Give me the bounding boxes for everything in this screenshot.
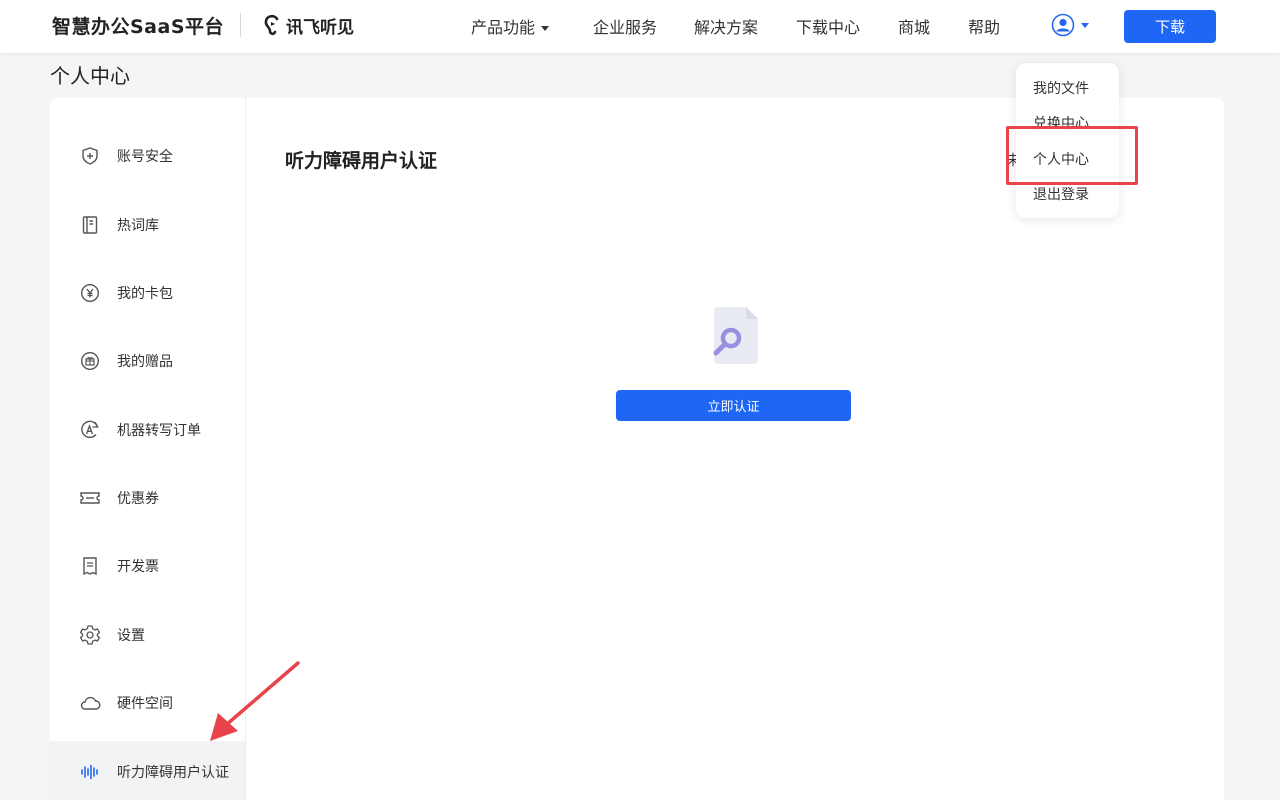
nav-download-center[interactable]: 下载中心 — [796, 14, 860, 38]
sidebar-item-label: 热词库 — [117, 218, 159, 234]
status-text-partial: 未 — [1006, 153, 1016, 169]
menu-item-my-files[interactable]: 我的文件 — [1033, 78, 1089, 98]
page-title: 个人中心 — [50, 64, 130, 88]
sidebar-item-label: 优惠券 — [117, 491, 159, 507]
sidebar-item-label: 设置 — [117, 628, 145, 644]
sidebar-item-label: 听力障碍用户认证 — [117, 765, 229, 781]
brand-title[interactable]: 智慧办公SaaS平台 — [52, 12, 224, 39]
yen-icon — [79, 282, 101, 304]
menu-item-redeem-center[interactable]: 兑换中心 — [1033, 113, 1089, 133]
ai-transcribe-icon — [79, 419, 101, 441]
sidebar-item-card-wallet[interactable]: 我的卡包 — [50, 262, 245, 324]
sidebar-item-label: 机器转写订单 — [117, 423, 201, 439]
sidebar-item-gifts[interactable]: 我的赠品 — [50, 330, 245, 392]
sidebar-item-label: 账号安全 — [117, 149, 173, 165]
user-avatar-icon[interactable] — [1051, 13, 1075, 37]
sidebar-item-label: 我的卡包 — [117, 286, 173, 302]
sidebar-item-hotwords[interactable]: 热词库 — [50, 194, 245, 256]
sidebar-item-label: 开发票 — [117, 559, 159, 575]
nav-help[interactable]: 帮助 — [968, 14, 1000, 38]
sidebar-item-hearing-verification[interactable]: 听力障碍用户认证 — [50, 741, 245, 800]
chevron-down-icon — [541, 26, 550, 31]
empty-search-document-icon — [713, 307, 758, 364]
verify-now-button[interactable]: 立即认证 — [616, 390, 851, 421]
sidebar-item-settings[interactable]: 设置 — [50, 604, 245, 666]
menu-item-personal-center[interactable]: 个人中心 — [1033, 149, 1089, 169]
xunfei-logo[interactable]: 讯飞听见 — [262, 12, 354, 38]
sidebar: 账号安全 热词库 我的卡包 我的赠品 机器转写订单 优惠券 开发票 设置 硬件空… — [50, 98, 246, 800]
shield-icon — [79, 145, 101, 167]
nav-enterprise[interactable]: 企业服务 — [593, 14, 657, 38]
sidebar-item-invoice[interactable]: 开发票 — [50, 535, 245, 597]
nav-products-label: 产品功能 — [471, 18, 536, 37]
sidebar-item-transcribe-orders[interactable]: 机器转写订单 — [50, 399, 245, 461]
sidebar-item-label: 我的赠品 — [117, 354, 173, 370]
logo-text: 讯飞听见 — [286, 17, 354, 38]
download-button[interactable]: 下载 — [1124, 10, 1216, 43]
user-dropdown-menu: 我的文件 兑换中心 个人中心 退出登录 — [1016, 63, 1119, 218]
sidebar-item-label: 硬件空间 — [117, 696, 173, 712]
menu-item-logout[interactable]: 退出登录 — [1033, 184, 1089, 204]
gift-icon — [79, 350, 101, 372]
invoice-icon — [79, 555, 101, 577]
cloud-icon — [79, 692, 101, 714]
sidebar-item-hardware-space[interactable]: 硬件空间 — [50, 672, 245, 734]
nav-products[interactable]: 产品功能 — [471, 14, 550, 38]
gear-icon — [79, 624, 101, 646]
xunfei-ear-icon — [264, 14, 279, 36]
user-menu-chevron-icon[interactable] — [1081, 23, 1089, 28]
soundwave-icon — [79, 761, 101, 783]
content-title: 听力障碍用户认证 — [285, 150, 438, 172]
coupon-icon — [79, 487, 101, 509]
nav-mall[interactable]: 商城 — [898, 14, 930, 38]
brand-divider — [240, 13, 241, 37]
book-icon — [79, 214, 101, 236]
top-header: 智慧办公SaaS平台 讯飞听见 产品功能 企业服务 解决方案 下载中心 商城 帮… — [0, 0, 1280, 53]
nav-solutions[interactable]: 解决方案 — [694, 14, 758, 38]
sidebar-item-account-security[interactable]: 账号安全 — [50, 125, 245, 187]
sidebar-item-coupons[interactable]: 优惠券 — [50, 467, 245, 529]
